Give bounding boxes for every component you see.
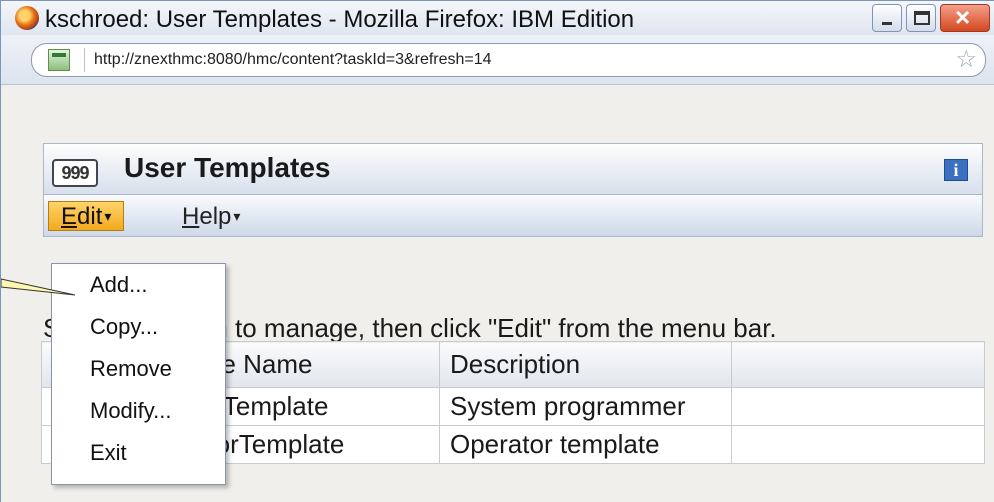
close-button[interactable]: × <box>940 2 990 32</box>
row-description-cell: System programmer <box>439 387 732 426</box>
minimize-button[interactable] <box>872 4 902 32</box>
help-label: elp <box>199 203 232 230</box>
minimize-icon <box>882 22 892 25</box>
url-text[interactable]: http://znexthmc:8080/hmc/content?taskId=… <box>94 51 492 69</box>
divider <box>84 48 85 72</box>
address-bar: http://znexthmc:8080/hmc/content?taskId=… <box>1 35 994 85</box>
row-filler-cell <box>731 425 985 464</box>
menu-edit[interactable]: Edit ▾ <box>48 201 124 231</box>
site-identity-icon[interactable] <box>48 49 70 71</box>
panel-header: 999 User Templates i <box>43 143 983 195</box>
callout-pointer <box>1 278 76 296</box>
firefox-icon <box>15 6 39 30</box>
menu-help[interactable]: Help ▾ <box>182 202 240 231</box>
user-templates-icon: 999 <box>52 159 98 187</box>
bookmark-star-icon[interactable]: ☆ <box>955 45 977 74</box>
maximize-button[interactable] <box>906 4 936 32</box>
url-field[interactable]: http://znexthmc:8080/hmc/content?taskId=… <box>31 43 986 77</box>
row-description-cell: Operator template <box>439 425 732 464</box>
close-icon: × <box>955 2 971 32</box>
menu-item-modify[interactable]: Modify... <box>52 390 225 432</box>
page-title: User Templates <box>124 152 331 183</box>
menu-item-remove[interactable]: Remove <box>52 348 225 390</box>
edit-mnemonic: E <box>61 203 78 230</box>
row-filler-cell <box>731 387 985 426</box>
instruction-suffix: n to manage, then click "Edit" from the … <box>213 313 777 343</box>
browser-window: kschroed: User Templates - Mozilla Firef… <box>0 0 994 502</box>
column-header-filler <box>731 341 985 388</box>
window-title: kschroed: User Templates - Mozilla Firef… <box>45 6 635 33</box>
maximize-icon <box>914 11 930 25</box>
info-icon[interactable]: i <box>944 159 968 181</box>
chevron-down-icon: ▾ <box>233 208 241 224</box>
menu-item-copy[interactable]: Copy... <box>52 306 225 348</box>
chevron-down-icon: ▾ <box>104 208 112 224</box>
edit-label: dit <box>77 203 103 230</box>
menu-bar: Edit ▾ Help ▾ <box>43 195 983 237</box>
title-bar[interactable]: kschroed: User Templates - Mozilla Firef… <box>1 1 994 35</box>
column-header-description[interactable]: Description <box>439 341 732 388</box>
menu-item-exit[interactable]: Exit <box>52 432 225 474</box>
help-mnemonic: H <box>182 203 200 230</box>
